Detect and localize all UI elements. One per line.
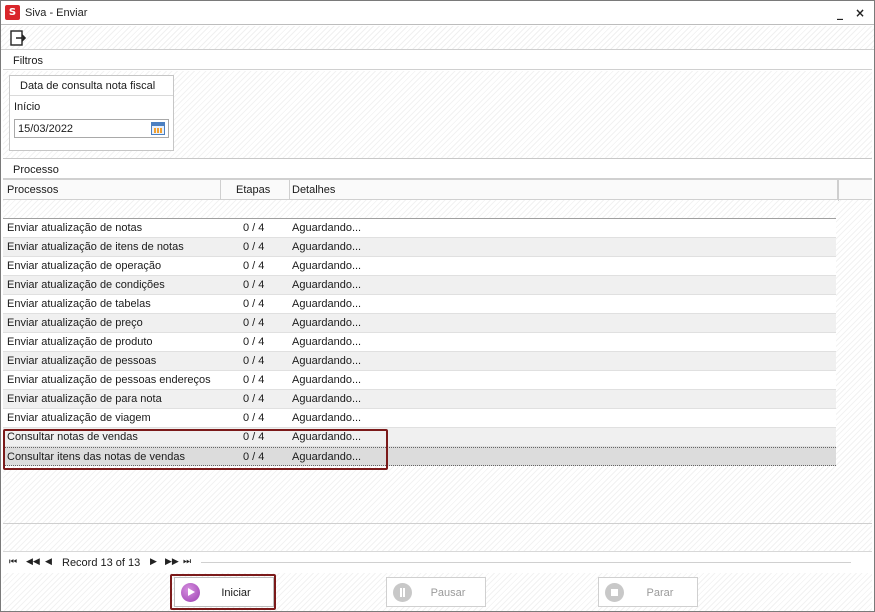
column-header-processos-label: Processos <box>7 184 59 196</box>
column-header-etapas-label: Etapas <box>236 184 271 196</box>
filtros-panel: Data de consulta nota fiscal Início 15/0… <box>3 71 872 159</box>
table-row[interactable]: Enviar atualização de pessoas endereços 0… <box>3 371 836 390</box>
date-filter-title: Data de consulta nota fiscal <box>10 76 173 96</box>
action-bar: Iniciar Pausar Parar <box>3 573 872 611</box>
column-header-processos[interactable]: Processos <box>3 180 221 200</box>
grid-footer-area <box>3 523 872 547</box>
exit-icon[interactable] <box>9 29 27 47</box>
cell-processo: Enviar atualização de condições <box>7 279 165 291</box>
inicio-date-field[interactable]: 15/03/2022 <box>14 119 169 138</box>
table-row[interactable]: Enviar atualização de viagem 0 / 4 Aguarda… <box>3 409 836 428</box>
minimize-button[interactable]: _ <box>832 5 848 21</box>
processos-grid: Processos Etapas Detalhes Enviar atualiz… <box>3 179 872 573</box>
next-page-button[interactable]: ▶▶ <box>165 557 179 567</box>
cell-processo: Enviar atualização de notas <box>7 222 143 234</box>
table-row[interactable]: Enviar atualização de preço 0 / 4 Aguardan… <box>3 314 836 333</box>
column-header-etapas[interactable]: Etapas <box>221 180 290 200</box>
table-row[interactable]: Enviar atualização de notas 0 / 4 Aguardan… <box>3 219 836 238</box>
close-button[interactable]: × <box>852 5 868 21</box>
cell-processo: Enviar atualização de pessoas <box>7 355 157 367</box>
cell-processo: Enviar atualização de viagem <box>7 412 151 424</box>
table-row[interactable]: Enviar atualização de operação 0 / 4 Aguar… <box>3 257 836 276</box>
horizontal-scrollbar[interactable] <box>201 562 851 563</box>
main-window: S Siva - Enviar _ × Filtros Data de cons… <box>0 0 875 612</box>
column-header-detalhes[interactable]: Detalhes <box>290 180 838 200</box>
cell-detalhes: Aguardando... <box>292 222 362 234</box>
cell-detalhes: Aguardando... <box>292 374 362 386</box>
cell-etapas: 0 / 4 <box>243 336 265 348</box>
cell-etapas: 0 / 4 <box>243 355 265 367</box>
cell-etapas: 0 / 4 <box>243 241 265 253</box>
next-record-button[interactable]: ▶ <box>150 557 157 567</box>
window-title: Siva - Enviar <box>25 7 88 19</box>
grid-header: Processos Etapas Detalhes <box>3 179 872 201</box>
cell-etapas: 0 / 4 <box>243 412 265 424</box>
cell-etapas: 0 / 4 <box>243 393 265 405</box>
iniciar-highlight-box <box>170 574 276 610</box>
table-row[interactable]: Enviar atualização de pessoas 0 / 4 Aguard… <box>3 352 836 371</box>
table-row[interactable]: Enviar atualização de itens de notas 0 / … <box>3 238 836 257</box>
cell-processo: Enviar atualização de itens de notas <box>7 241 184 253</box>
pausar-label: Pausar <box>430 587 466 599</box>
grid-header-corner <box>838 180 872 201</box>
parar-button[interactable]: Parar <box>598 577 698 607</box>
cell-etapas: 0 / 4 <box>243 374 265 386</box>
table-row[interactable]: Enviar atualização de produto 0 / 4 Aguard… <box>3 333 836 352</box>
inicio-label: Início <box>14 101 41 113</box>
cell-detalhes: Aguardando... <box>292 260 362 272</box>
cell-detalhes: Aguardando... <box>292 317 362 329</box>
first-record-button[interactable]: ⏮ <box>9 557 17 567</box>
inicio-date-value: 15/03/2022 <box>18 123 74 135</box>
record-navigator: ⏮ ◀◀ ◀ Record 13 of 13 ▶ ▶▶ ⏭ <box>3 551 872 573</box>
date-filter-title-text: Data de consulta nota fiscal <box>20 80 156 92</box>
cell-detalhes: Aguardando... <box>292 355 362 367</box>
cell-processo: Enviar atualização de produto <box>7 336 153 348</box>
parar-label: Parar <box>646 587 674 599</box>
cell-detalhes: Aguardando... <box>292 336 362 348</box>
cell-etapas: 0 / 4 <box>243 260 265 272</box>
filtros-header[interactable]: Filtros <box>3 52 872 70</box>
prev-record-button[interactable]: ◀ <box>45 557 52 567</box>
column-header-detalhes-label: Detalhes <box>292 184 336 196</box>
cell-processo: Enviar atualização de pessoas endereços <box>7 374 211 386</box>
cell-etapas: 0 / 4 <box>243 298 265 310</box>
table-row[interactable]: Enviar atualização de condições 0 / 4 Agua… <box>3 276 836 295</box>
cell-processo: Enviar atualização de para nota <box>7 393 162 405</box>
cell-detalhes: Aguardando... <box>292 412 362 424</box>
filtros-header-label: Filtros <box>13 55 43 67</box>
rows-highlight-box <box>3 429 388 470</box>
prev-page-button[interactable]: ◀◀ <box>26 557 40 567</box>
last-record-button[interactable]: ⏭ <box>183 557 191 567</box>
toolbar <box>1 26 874 50</box>
table-row[interactable]: Enviar atualização de para nota 0 / 4 Agua… <box>3 390 836 409</box>
record-counter: Record 13 of 13 <box>62 557 141 569</box>
app-logo-icon: S <box>5 5 20 20</box>
cell-etapas: 0 / 4 <box>243 222 265 234</box>
cell-processo: Enviar atualização de tabelas <box>7 298 151 310</box>
cell-detalhes: Aguardando... <box>292 241 362 253</box>
table-row[interactable]: Enviar atualização de tabelas 0 / 4 Aguard… <box>3 295 836 314</box>
cell-detalhes: Aguardando... <box>292 279 362 291</box>
cell-detalhes: Aguardando... <box>292 393 362 405</box>
cell-processo: Enviar atualização de preço <box>7 317 143 329</box>
date-filter-box: Data de consulta nota fiscal Início 15/0… <box>9 75 174 151</box>
cell-processo: Enviar atualização de operação <box>7 260 162 272</box>
title-bar: S Siva - Enviar _ × <box>1 1 874 25</box>
calendar-icon[interactable] <box>151 122 165 135</box>
cell-etapas: 0 / 4 <box>243 317 265 329</box>
cell-etapas: 0 / 4 <box>243 279 265 291</box>
processo-header-label: Processo <box>13 164 59 176</box>
processo-header[interactable]: Processo <box>3 161 872 179</box>
pausar-button[interactable]: Pausar <box>386 577 486 607</box>
cell-detalhes: Aguardando... <box>292 298 362 310</box>
